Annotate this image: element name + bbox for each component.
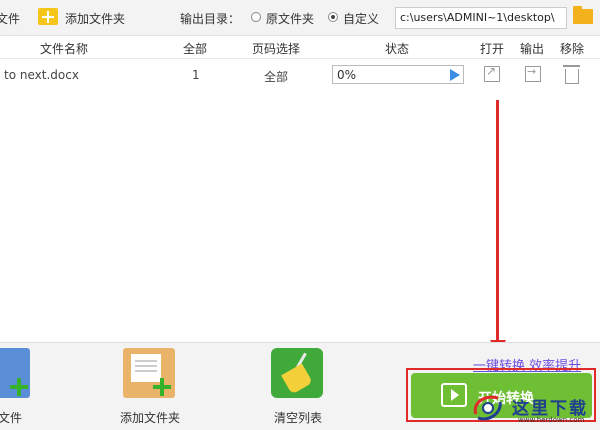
plus-icon (153, 378, 171, 396)
option-custom-folder-label[interactable]: 自定义 (343, 10, 379, 27)
broom-icon[interactable] (271, 348, 323, 398)
add-folder-icon[interactable] (38, 8, 58, 25)
row-total: 1 (192, 68, 200, 82)
col-header-page-select: 页码选择 (252, 42, 301, 56)
annotation-arrow-line (496, 100, 499, 350)
row-progress-text: 0% (337, 68, 357, 82)
option-original-folder-label[interactable]: 原文件夹 (266, 10, 314, 27)
col-header-remove: 移除 (560, 42, 585, 56)
bottom-add-file-label[interactable]: 文件 (0, 409, 22, 426)
col-header-filename: 文件名称 (40, 42, 89, 56)
add-file-big-icon[interactable] (0, 348, 30, 398)
col-header-output: 输出 (520, 42, 545, 56)
row-page-select[interactable]: 全部 (264, 68, 288, 85)
trash-icon[interactable] (563, 65, 580, 84)
radio-custom-folder[interactable] (328, 12, 338, 22)
plus-icon (10, 378, 28, 396)
watermark-subtext: www.herdown.com (518, 416, 585, 424)
col-header-status: 状态 (385, 42, 410, 56)
add-folder-button[interactable]: 添加文件夹 (65, 10, 125, 27)
radio-original-folder[interactable] (251, 12, 261, 22)
bottom-add-folder-label[interactable]: 添加文件夹 (120, 409, 180, 426)
col-header-total: 全部 (183, 42, 208, 56)
header-divider (0, 58, 600, 59)
add-file-button[interactable]: 文件 (0, 10, 20, 27)
broom-head (281, 363, 313, 395)
add-folder-big-icon[interactable] (123, 348, 175, 398)
output-dir-label: 输出目录： (180, 12, 241, 26)
col-header-open: 打开 (480, 42, 505, 56)
play-icon[interactable] (450, 69, 460, 81)
clear-list-label[interactable]: 清空列表 (274, 409, 322, 426)
output-path-input[interactable]: c:\users\ADMINI~1\desktop\ (395, 7, 567, 29)
convert-play-icon[interactable] (441, 383, 467, 407)
open-file-icon[interactable] (484, 64, 500, 82)
row-filename: to next.docx (4, 68, 79, 82)
watermark-logo-icon (473, 395, 502, 421)
output-file-icon[interactable] (525, 65, 541, 82)
browse-folder-icon[interactable] (573, 6, 593, 24)
